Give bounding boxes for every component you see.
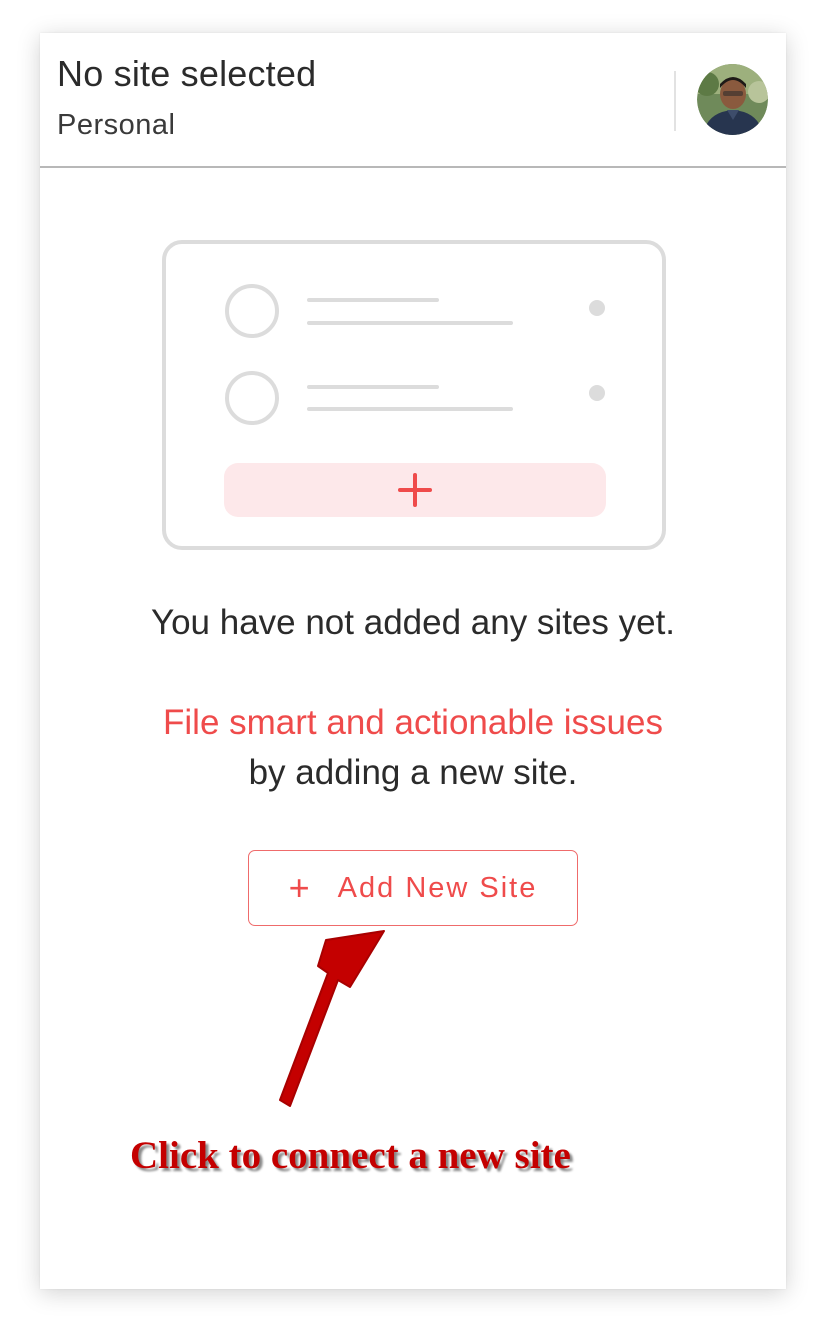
sites-panel: No site selected Personal You have not a… xyxy=(40,33,786,1289)
add-new-site-label: Add New Site xyxy=(337,871,538,904)
plus-icon: + xyxy=(288,867,312,908)
empty-state-promo-text: by adding a new site. xyxy=(248,753,578,792)
add-new-site-button[interactable]: + Add New Site xyxy=(248,850,578,926)
site-title[interactable]: No site selected xyxy=(57,53,316,95)
header-divider xyxy=(674,71,676,131)
empty-state-message: You have not added any sites yet. xyxy=(150,603,676,642)
empty-state-promo-accent: File smart and actionable issues xyxy=(163,703,663,742)
annotation-callout: Click to connect a new site xyxy=(130,1134,571,1177)
avatar-icon xyxy=(697,64,768,135)
panel-header: No site selected Personal xyxy=(40,33,786,168)
pointer-arrow-icon xyxy=(279,930,385,1107)
workspace-label: Personal xyxy=(57,109,176,141)
empty-sites-illustration xyxy=(161,239,667,551)
site-list-placeholder-illustration xyxy=(162,240,666,550)
user-avatar[interactable] xyxy=(697,64,768,135)
